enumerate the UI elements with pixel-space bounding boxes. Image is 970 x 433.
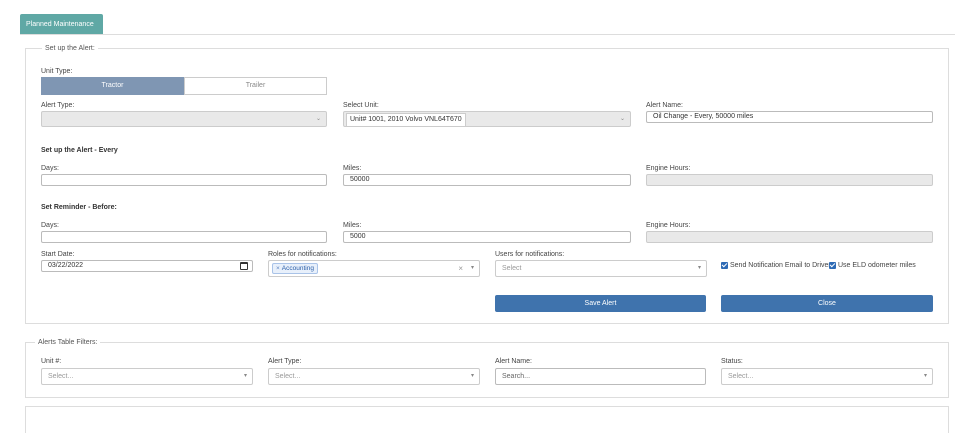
roles-label: Roles for notifications: [268, 251, 337, 258]
filter-unit-select[interactable]: Select... ▾ [41, 368, 253, 385]
every-miles-label: Miles: [343, 165, 362, 172]
filter-alert-name-label: Alert Name: [495, 358, 532, 365]
use-eld-label: Use ELD odometer miles [838, 262, 916, 269]
roles-multiselect[interactable]: × Accounting × ▾ [268, 260, 480, 277]
start-date-input[interactable]: 03/22/2022 [41, 260, 253, 272]
chevron-down-icon: ▾ [470, 265, 474, 271]
tab-divider [20, 34, 955, 35]
reminder-miles-label: Miles: [343, 222, 362, 229]
users-placeholder: Select [502, 265, 522, 272]
every-days-input[interactable] [41, 174, 327, 186]
alert-type-label: Alert Type: [41, 102, 75, 109]
every-days-label: Days: [41, 165, 59, 172]
filter-unit-placeholder: Select... [48, 373, 74, 380]
chevron-down-icon: ⌄ [619, 116, 625, 122]
select-unit-value: Unit# 1001, 2010 Volvo VNL64T670 [350, 116, 462, 123]
unit-type-tractor-button[interactable]: Tractor [41, 77, 184, 95]
alert-name-label: Alert Name: [646, 102, 683, 109]
select-unit-label: Select Unit: [343, 102, 379, 109]
filter-status-select[interactable]: Select... ▾ [721, 368, 933, 385]
reminder-days-label: Days: [41, 222, 59, 229]
every-miles-input[interactable]: 50000 [343, 174, 631, 186]
filter-alert-type-select[interactable]: Select... ▾ [268, 368, 480, 385]
role-tag-label: Accounting [281, 265, 314, 272]
tab-bar: Planned Maintenance [0, 0, 970, 36]
alerts-table-panel [25, 406, 949, 433]
filter-status-placeholder: Select... [728, 373, 754, 380]
chevron-down-icon: ▾ [470, 373, 474, 379]
filter-unit-label: Unit #: [41, 358, 62, 365]
reminder-heading: Set Reminder - Before: [41, 204, 117, 211]
filter-alert-type-label: Alert Type: [268, 358, 302, 365]
filters-legend: Alerts Table Filters: [35, 338, 101, 347]
alert-name-input[interactable]: Oil Change - Every, 50000 miles [646, 111, 933, 123]
tab-planned-maintenance[interactable]: Planned Maintenance [20, 14, 103, 35]
chevron-down-icon: ▾ [243, 373, 247, 379]
start-date-label: Start Date: [41, 251, 75, 258]
start-date-value: 03/22/2022 [48, 262, 84, 269]
role-tag-accounting[interactable]: × Accounting [272, 263, 318, 274]
filter-status-label: Status: [721, 358, 743, 365]
every-engine-hours-label: Engine Hours: [646, 165, 691, 172]
filter-alert-name-placeholder: Search... [502, 373, 531, 380]
users-label: Users for notifications: [495, 251, 565, 258]
select-unit-select[interactable]: Unit# 1001, 2010 Volvo VNL64T670 ⌄ [343, 111, 631, 127]
unit-type-trailer-button[interactable]: Trailer [184, 77, 327, 95]
calendar-icon[interactable] [240, 262, 248, 270]
every-heading: Set up the Alert - Every [41, 147, 118, 154]
reminder-engine-hours-label: Engine Hours: [646, 222, 691, 229]
chevron-down-icon: ▾ [923, 373, 927, 379]
chevron-down-icon: ⌄ [315, 116, 321, 122]
send-email-label: Send Notification Email to Driver [730, 262, 831, 269]
every-engine-hours-input[interactable] [646, 174, 933, 186]
reminder-days-input[interactable] [41, 231, 327, 243]
unit-type-label: Unit Type: [41, 68, 73, 75]
alert-type-select[interactable]: ⌄ [41, 111, 327, 127]
filter-alert-type-placeholder: Select... [275, 373, 301, 380]
save-alert-button[interactable]: Save Alert [495, 295, 706, 312]
send-email-checkbox[interactable] [721, 262, 728, 269]
alert-setup-legend: Set up the Alert: [42, 44, 98, 53]
clear-icon[interactable]: × [458, 261, 463, 276]
close-button[interactable]: Close [721, 295, 933, 312]
filter-alert-name-search[interactable]: Search... [495, 368, 706, 385]
select-unit-value-chip: Unit# 1001, 2010 Volvo VNL64T670 [346, 113, 466, 126]
reminder-miles-input[interactable]: 5000 [343, 231, 631, 243]
users-select[interactable]: Select ▾ [495, 260, 707, 277]
reminder-engine-hours-input[interactable] [646, 231, 933, 243]
chevron-down-icon: ▾ [697, 265, 701, 271]
remove-tag-icon[interactable]: × [276, 265, 280, 272]
use-eld-checkbox[interactable] [829, 262, 836, 269]
